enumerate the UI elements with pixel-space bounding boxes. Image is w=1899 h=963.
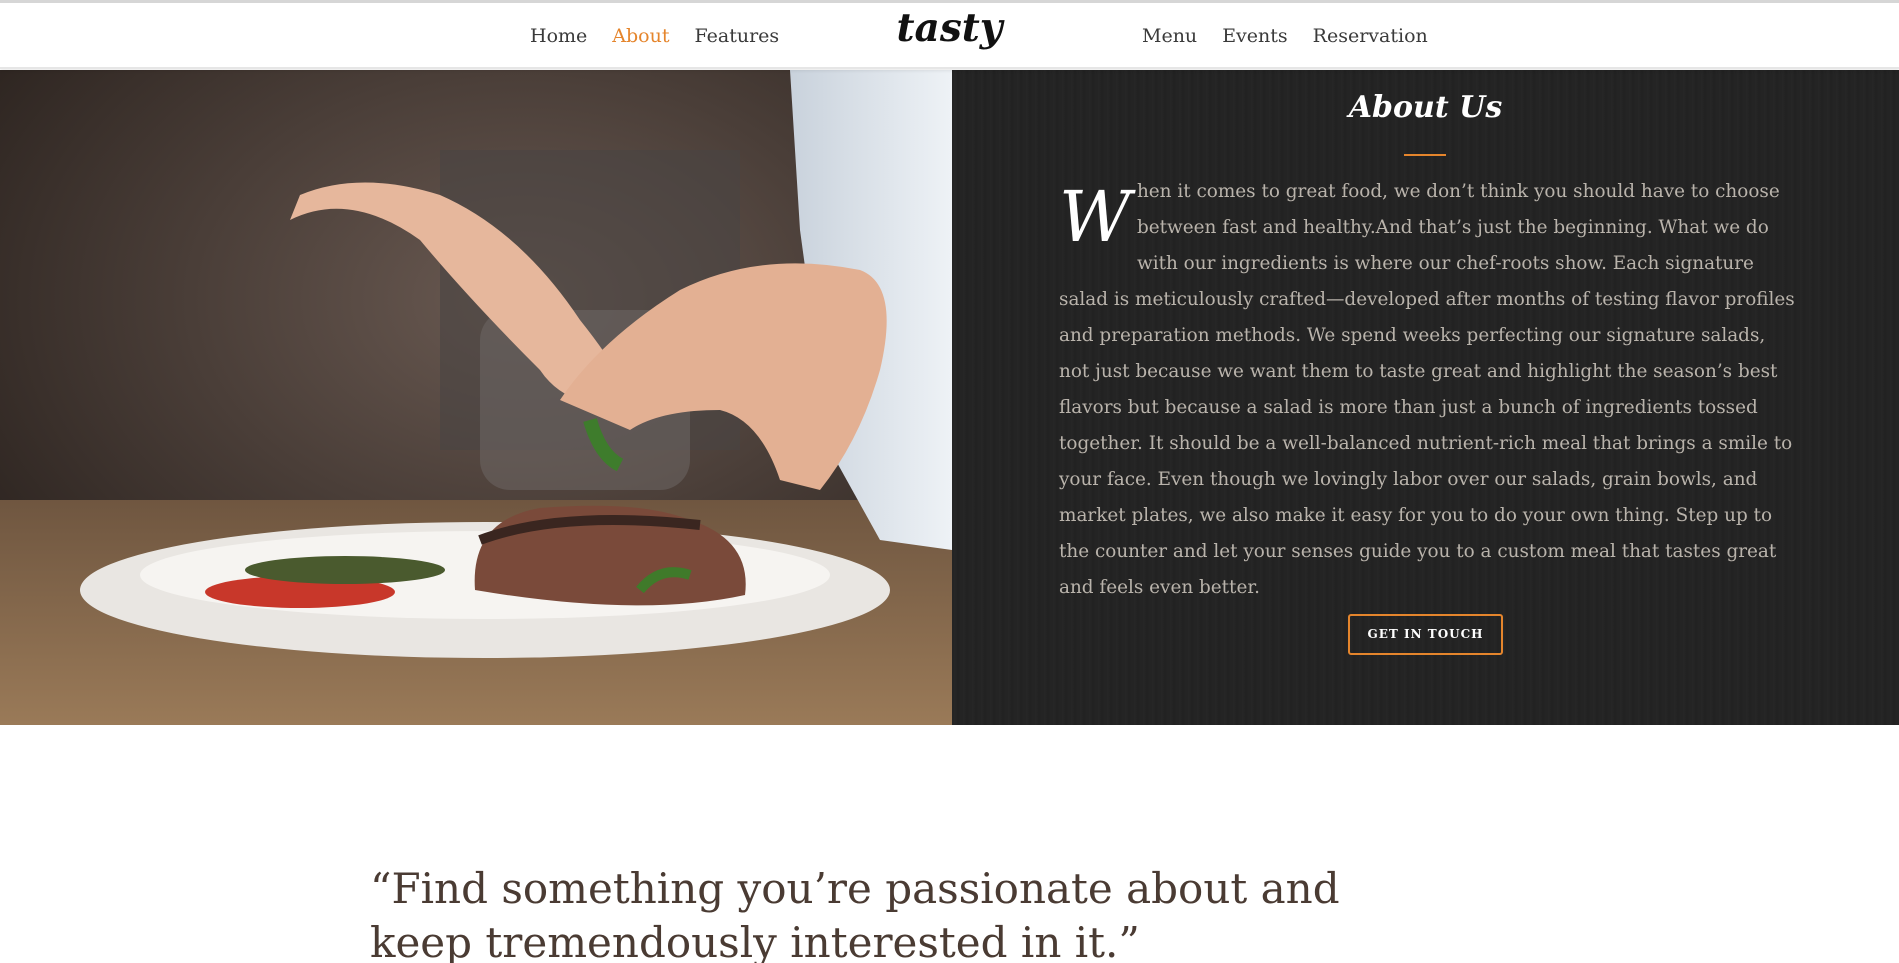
chef-plating-photo: [0, 70, 952, 725]
nav-link-home[interactable]: Home: [530, 25, 587, 47]
title-divider: [1404, 154, 1446, 156]
about-body: When it comes to great food, we don’t th…: [1059, 174, 1801, 606]
navbar: Home About Features tasty Menu Events Re…: [0, 3, 1899, 69]
about-panel: About Us When it comes to great food, we…: [952, 70, 1899, 725]
chef-plating-illustration: [0, 70, 952, 725]
nav-link-menu[interactable]: Menu: [1142, 25, 1197, 47]
nav-link-events[interactable]: Events: [1222, 25, 1287, 47]
about-title: About Us: [1348, 90, 1503, 125]
get-in-touch-button[interactable]: GET IN TOUCH: [1348, 614, 1503, 655]
dropcap: W: [1059, 176, 1131, 258]
nav-left: Home About Features: [530, 3, 779, 69]
about-section: About Us When it comes to great food, we…: [0, 70, 1899, 725]
nav-link-reservation[interactable]: Reservation: [1313, 25, 1428, 47]
nav-link-features[interactable]: Features: [694, 25, 779, 47]
nav-right: Menu Events Reservation: [1142, 3, 1428, 69]
logo-wrap: tasty: [0, 5, 1899, 51]
about-body-text: hen it comes to great food, we don’t thi…: [1059, 181, 1795, 598]
nav-link-about[interactable]: About: [612, 25, 669, 47]
quote-text: “Find something you’re passionate about …: [370, 864, 1340, 963]
logo[interactable]: tasty: [897, 5, 1003, 51]
